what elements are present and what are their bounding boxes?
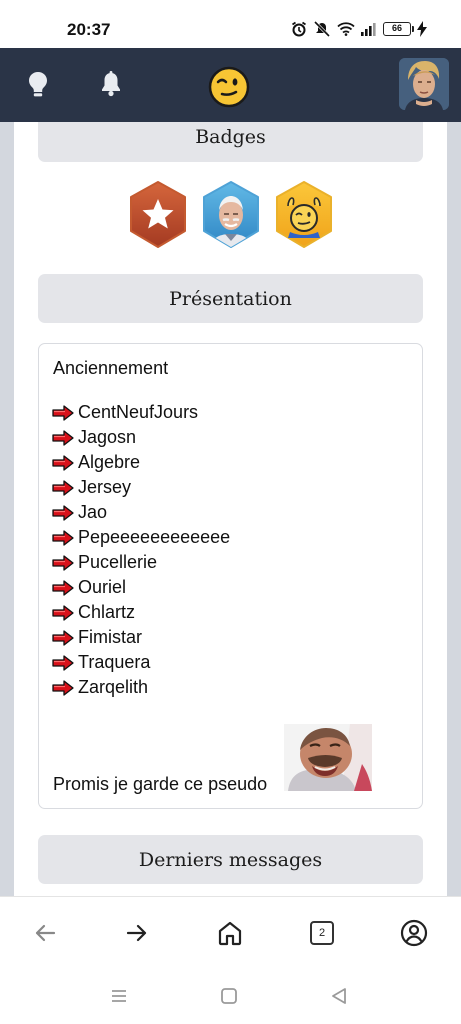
android-nav-bar bbox=[0, 968, 461, 1024]
former-pseudo: Jao bbox=[78, 502, 108, 522]
former-pseudo: Fimistar bbox=[78, 627, 142, 647]
profile-card: Badges Présentation Anciennement CentNeu… bbox=[14, 122, 447, 896]
system-back-button[interactable] bbox=[328, 985, 350, 1007]
list-item: Ouriel bbox=[52, 575, 230, 600]
former-pseudo: CentNeufJours bbox=[78, 402, 199, 422]
lightbulb-icon bbox=[29, 72, 47, 97]
back-triangle-icon bbox=[332, 988, 346, 1004]
red-arrow-icon bbox=[52, 454, 74, 471]
presentation-footer: Promis je garde ce pseudo bbox=[53, 774, 268, 794]
tabs-button[interactable]: 2 bbox=[306, 917, 338, 949]
forward-arrow-icon bbox=[126, 924, 147, 942]
red-arrow-icon bbox=[52, 554, 74, 571]
app-header bbox=[0, 48, 461, 122]
messages-section-header[interactable]: Derniers messages bbox=[38, 835, 423, 884]
system-home-button[interactable] bbox=[218, 985, 240, 1007]
badges-row bbox=[126, 180, 336, 250]
list-item: CentNeufJours bbox=[52, 400, 230, 425]
list-item: Algebre bbox=[52, 450, 230, 475]
list-item: Zarqelith bbox=[52, 675, 230, 700]
status-time: 20:37 bbox=[67, 20, 111, 39]
presentation-title: Anciennement bbox=[53, 358, 169, 378]
former-pseudo: Jagosn bbox=[78, 427, 137, 447]
smiley-wave-badge[interactable] bbox=[272, 180, 336, 250]
account-button[interactable] bbox=[398, 917, 430, 949]
risitas-meme-image bbox=[284, 724, 372, 791]
status-bar: 20:37 66 bbox=[0, 0, 461, 48]
red-arrow-icon bbox=[52, 529, 74, 546]
red-arrow-icon bbox=[52, 404, 74, 421]
signal-icon bbox=[361, 23, 376, 36]
back-button[interactable] bbox=[29, 917, 61, 949]
bell-icon bbox=[102, 71, 120, 97]
list-item: Jao bbox=[52, 500, 230, 525]
list-item: Pucellerie bbox=[52, 550, 230, 575]
lightbulb-button[interactable] bbox=[16, 62, 60, 106]
former-pseudo-list: CentNeufJours Jagosn Algebre Jersey Jao Pepee… bbox=[52, 400, 230, 700]
former-pseudo: Zarqelith bbox=[78, 677, 149, 697]
charging-icon bbox=[417, 21, 427, 37]
browser-toolbar: 2 bbox=[0, 896, 461, 968]
list-item: Fimistar bbox=[52, 625, 230, 650]
recents-button[interactable] bbox=[108, 985, 130, 1007]
former-pseudo: Ouriel bbox=[78, 577, 127, 597]
list-item: Traquera bbox=[52, 650, 230, 675]
back-arrow-icon bbox=[35, 924, 56, 942]
list-item: Jagosn bbox=[52, 425, 230, 450]
former-pseudo: Jersey bbox=[78, 477, 132, 497]
former-pseudo: Pepeeeeeeeeeeee bbox=[78, 527, 231, 547]
profile-avatar[interactable] bbox=[399, 58, 449, 110]
red-arrow-icon bbox=[52, 429, 74, 446]
forward-button[interactable] bbox=[121, 917, 153, 949]
home-square-icon bbox=[221, 988, 237, 1004]
notifications-button[interactable] bbox=[89, 62, 133, 106]
home-icon bbox=[218, 921, 242, 946]
red-arrow-icon bbox=[52, 604, 74, 621]
tabs-icon: 2 bbox=[310, 921, 334, 945]
profile-page: Badges Présentation Anciennement CentNeu… bbox=[0, 122, 461, 896]
red-arrow-icon bbox=[52, 479, 74, 496]
presentation-box: Anciennement CentNeufJours Jagosn Algebre J… bbox=[38, 343, 423, 809]
alarm-icon bbox=[292, 21, 306, 37]
harold-badge[interactable] bbox=[199, 180, 263, 250]
former-pseudo: Pucellerie bbox=[78, 552, 158, 572]
wifi-icon bbox=[337, 22, 355, 36]
smiley-logo-icon[interactable] bbox=[208, 66, 250, 108]
badges-section-header[interactable]: Badges bbox=[38, 122, 423, 162]
former-pseudo: Chlartz bbox=[78, 602, 136, 622]
red-arrow-icon bbox=[52, 654, 74, 671]
recents-icon bbox=[112, 990, 126, 1002]
presentation-section-header[interactable]: Présentation bbox=[38, 274, 423, 323]
status-icons: 66 bbox=[291, 21, 427, 37]
star-badge[interactable] bbox=[126, 180, 190, 250]
home-button[interactable] bbox=[214, 917, 246, 949]
battery-icon: 66 bbox=[383, 22, 414, 36]
red-arrow-icon bbox=[52, 579, 74, 596]
list-item: Pepeeeeeeeeeeee bbox=[52, 525, 230, 550]
account-icon bbox=[400, 919, 428, 947]
list-item: Chlartz bbox=[52, 600, 230, 625]
red-arrow-icon bbox=[52, 504, 74, 521]
list-item: Jersey bbox=[52, 475, 230, 500]
former-pseudo: Traquera bbox=[78, 652, 151, 672]
mute-icon bbox=[313, 21, 331, 37]
red-arrow-icon bbox=[52, 629, 74, 646]
former-pseudo: Algebre bbox=[78, 452, 141, 472]
red-arrow-icon bbox=[52, 679, 74, 696]
